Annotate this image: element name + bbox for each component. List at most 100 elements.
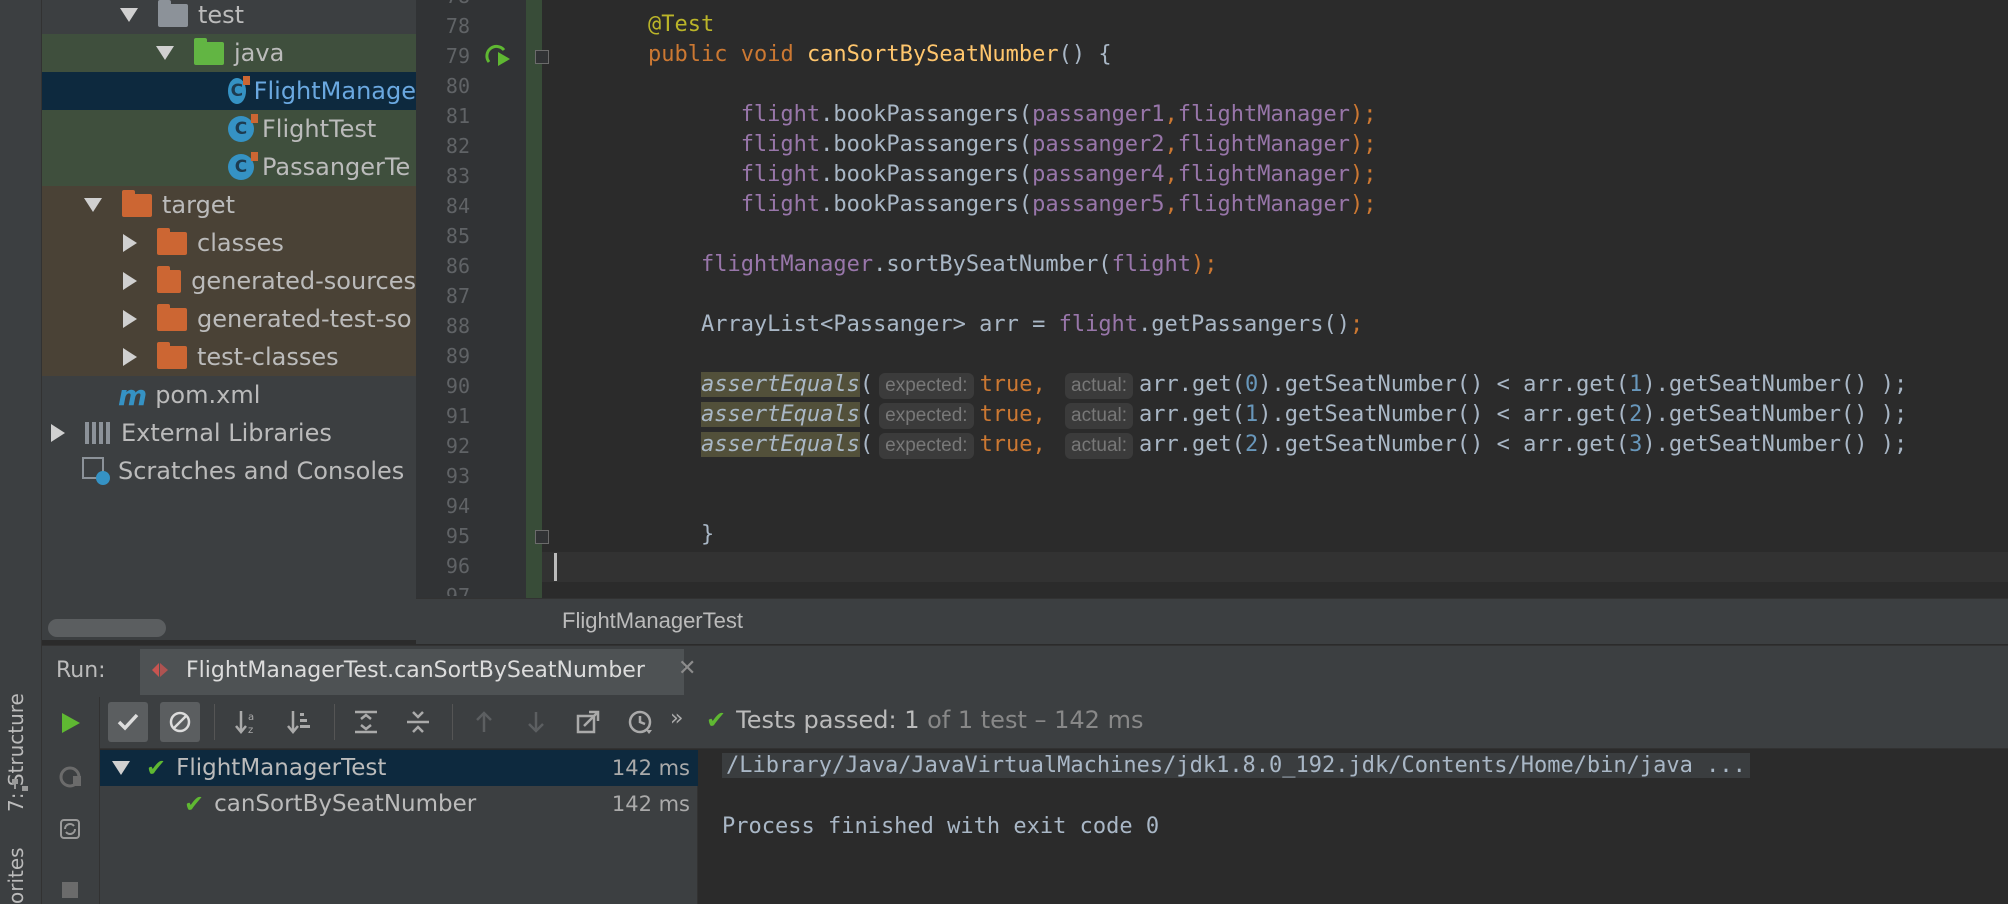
expand-arrow-icon[interactable] bbox=[84, 198, 102, 212]
code-line: flight.bookPassangers(passanger1,flightM… bbox=[542, 102, 1377, 127]
tree-item-label: External Libraries bbox=[121, 419, 332, 447]
tree-item-target[interactable]: target bbox=[42, 186, 416, 224]
run-tab-label: FlightManagerTest.canSortBySeatNumber bbox=[186, 658, 645, 683]
structure-tool-tab[interactable]: 7: Structure bbox=[4, 693, 28, 812]
code-line: flight.bookPassangers(passanger2,flightM… bbox=[542, 132, 1377, 157]
code-token: .bookPassangers( bbox=[820, 192, 1033, 217]
punct-token: ); bbox=[1349, 102, 1377, 127]
line-number: 90 bbox=[445, 374, 470, 398]
tree-item-test-classes[interactable]: test-classes bbox=[42, 338, 416, 376]
folder-icon bbox=[157, 341, 187, 369]
tree-item-pom[interactable]: m pom.xml bbox=[42, 376, 416, 414]
expand-arrow-icon[interactable] bbox=[112, 761, 130, 775]
tree-item-label: generated-sources bbox=[191, 267, 416, 295]
tree-item-label: target bbox=[162, 191, 235, 219]
collapse-arrow-icon[interactable] bbox=[51, 424, 65, 442]
number-token: 1 bbox=[1629, 372, 1643, 397]
collapse-arrow-icon[interactable] bbox=[123, 234, 137, 252]
stop-button[interactable] bbox=[50, 870, 90, 904]
collapse-arrow-icon[interactable] bbox=[123, 310, 137, 328]
tree-item-classes[interactable]: classes bbox=[42, 224, 416, 262]
rerun-failed-button[interactable] bbox=[50, 757, 90, 797]
punct-token: ); bbox=[1349, 192, 1377, 217]
parameter-hint: expected: bbox=[879, 433, 974, 459]
auto-test-icon bbox=[60, 819, 80, 839]
line-number: 89 bbox=[445, 344, 470, 368]
tree-item-flightmanagertest[interactable]: C FlightManage bbox=[42, 72, 416, 110]
favorites-tool-tab[interactable]: orites bbox=[4, 847, 28, 904]
close-icon[interactable]: ✕ bbox=[678, 656, 696, 681]
line-number: 91 bbox=[445, 404, 470, 428]
code-editor[interactable] bbox=[542, 0, 2008, 598]
check-icon: ✔ bbox=[184, 790, 205, 818]
toggle-auto-test-button[interactable] bbox=[50, 809, 90, 849]
field-token: passanger5 bbox=[1032, 192, 1165, 217]
expand-arrow-icon[interactable] bbox=[120, 8, 138, 22]
code-token: ).getSeatNumber() ); bbox=[1642, 372, 1908, 397]
next-failed-button[interactable] bbox=[516, 702, 556, 742]
class-icon: C bbox=[228, 114, 258, 142]
field-token: flight bbox=[740, 192, 821, 217]
show-passed-button[interactable] bbox=[108, 702, 148, 742]
test-duration: 142 ms bbox=[611, 756, 690, 780]
code-line: flight.bookPassangers(passanger5,flightM… bbox=[542, 192, 1377, 217]
collapse-arrow-icon[interactable] bbox=[123, 272, 137, 290]
tree-item-flighttest[interactable]: C FlightTest bbox=[42, 110, 416, 148]
tree-item-generated-test-sources[interactable]: generated-test-so bbox=[42, 300, 416, 338]
status-prefix: Tests passed: bbox=[736, 706, 897, 734]
tree-item-scratches[interactable]: Scratches and Consoles bbox=[42, 452, 416, 490]
code-token: ).getSeatNumber() < arr.get( bbox=[1258, 432, 1630, 457]
folder-icon bbox=[158, 0, 188, 27]
code-token: ( bbox=[859, 432, 874, 457]
code-token: } bbox=[700, 522, 715, 547]
export-results-button[interactable] bbox=[568, 702, 608, 742]
keyword-token: void bbox=[740, 42, 794, 67]
more-actions-chevron[interactable]: » bbox=[670, 706, 683, 731]
tree-item-passangertest[interactable]: C PassangerTe bbox=[42, 148, 416, 186]
toolbar-separator bbox=[334, 704, 335, 740]
tree-item-generated-sources[interactable]: generated-sources bbox=[42, 262, 416, 300]
history-clock-icon bbox=[628, 710, 652, 734]
scratches-icon bbox=[82, 457, 110, 485]
code-token: arr.get( bbox=[1139, 402, 1245, 427]
line-number: 94 bbox=[445, 494, 470, 518]
console-command-line[interactable]: /Library/Java/JavaVirtualMachines/jdk1.8… bbox=[722, 753, 1750, 778]
sort-by-duration-button[interactable] bbox=[280, 702, 320, 742]
previous-failed-button[interactable] bbox=[464, 702, 504, 742]
folder-icon bbox=[122, 189, 152, 217]
horizontal-scrollbar[interactable] bbox=[48, 619, 166, 637]
arrow-up-icon bbox=[476, 711, 492, 732]
code-token: .bookPassangers( bbox=[820, 132, 1033, 157]
line-number: 81 bbox=[445, 104, 470, 128]
breadcrumb[interactable]: FlightManagerTest bbox=[562, 608, 743, 634]
run-test-gutter-icon[interactable] bbox=[484, 42, 512, 70]
test-suite-row[interactable]: ✔ FlightManagerTest 142 ms bbox=[100, 750, 698, 786]
expand-all-button[interactable] bbox=[346, 702, 386, 742]
rerun-button[interactable] bbox=[50, 703, 90, 743]
line-number: 79 bbox=[445, 44, 470, 68]
expand-arrow-icon[interactable] bbox=[156, 46, 174, 60]
line-number: 97 bbox=[445, 584, 470, 596]
maven-icon: m bbox=[118, 378, 148, 412]
show-ignored-button[interactable] bbox=[160, 702, 200, 742]
sort-alphabetically-button[interactable]: az bbox=[228, 702, 268, 742]
folder-icon bbox=[157, 265, 182, 293]
tree-item-label: classes bbox=[197, 229, 284, 257]
tree-item-java[interactable]: java bbox=[42, 34, 416, 72]
vcs-change-marker[interactable] bbox=[526, 0, 542, 598]
libraries-icon bbox=[85, 422, 113, 444]
collapse-arrow-icon[interactable] bbox=[123, 348, 137, 366]
tree-item-external-libraries[interactable]: External Libraries bbox=[42, 414, 416, 452]
code-token: () { bbox=[1058, 42, 1112, 67]
arrow-down-icon bbox=[528, 712, 544, 733]
code-line: flightManager.sortBySeatNumber(flight); bbox=[542, 252, 1218, 277]
test-history-button[interactable] bbox=[620, 702, 660, 742]
ignored-icon bbox=[169, 711, 191, 733]
code-token: ArrayList<Passanger> arr = bbox=[700, 312, 1059, 337]
tree-item-test[interactable]: test bbox=[42, 0, 416, 34]
tree-item-label: PassangerTe bbox=[262, 153, 411, 181]
code-token: ( bbox=[859, 402, 874, 427]
code-token: arr.get( bbox=[1139, 432, 1245, 457]
collapse-all-button[interactable] bbox=[398, 702, 438, 742]
test-case-row[interactable]: ✔ canSortBySeatNumber 142 ms bbox=[100, 786, 698, 822]
